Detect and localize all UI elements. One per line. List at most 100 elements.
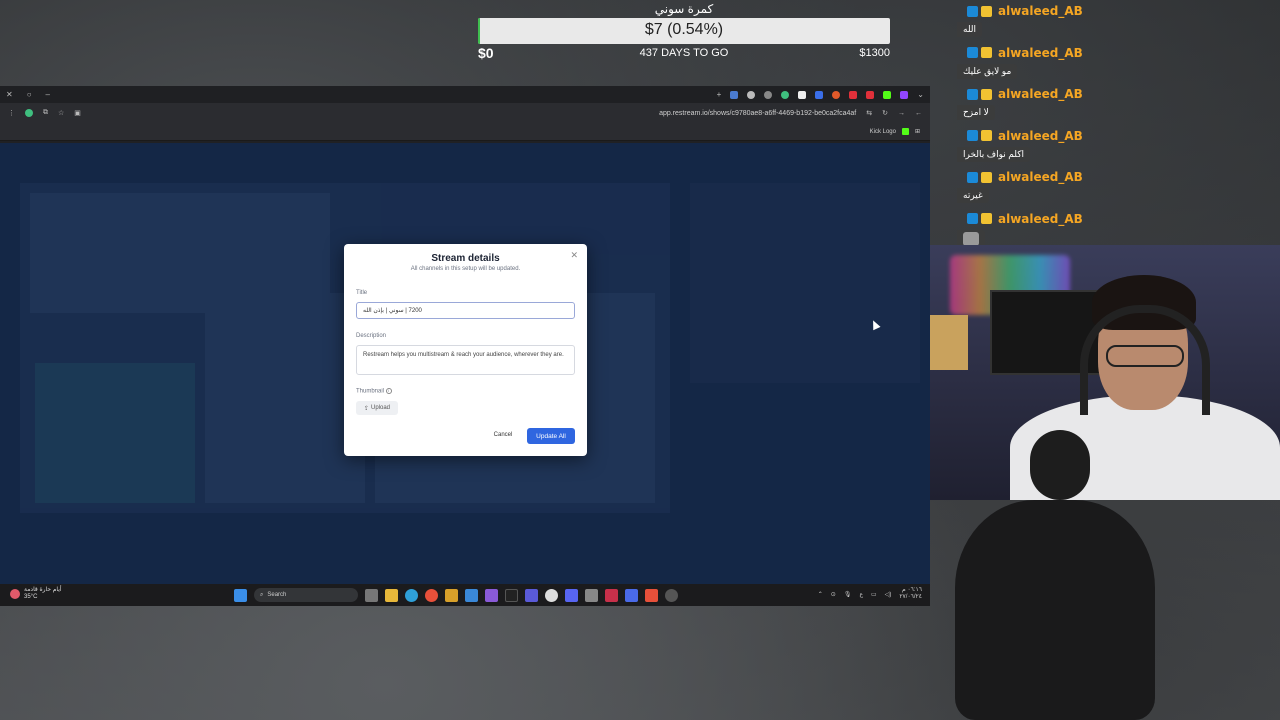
- weather-icon: [10, 589, 20, 599]
- chrome-icon[interactable]: [425, 588, 438, 602]
- dialog-subtitle: All channels in this setup will be updat…: [410, 266, 521, 272]
- file-explorer-icon[interactable]: [385, 588, 398, 602]
- tab-icon[interactable]: [798, 90, 807, 99]
- minimize-icon[interactable]: –: [46, 90, 50, 99]
- thumbnail-label: Thumbnail: [356, 388, 385, 395]
- forward-icon[interactable]: →: [898, 110, 905, 117]
- title-input[interactable]: 7200 | سوني | بإذن الله: [356, 302, 575, 319]
- chevron-up-icon[interactable]: ⌃: [818, 591, 823, 598]
- network-icon[interactable]: ▭: [871, 591, 877, 598]
- subscriber-badge-icon: [981, 5, 992, 17]
- app-icon[interactable]: [445, 588, 458, 602]
- tab-icon[interactable]: [764, 90, 773, 99]
- chat-username: alwaleed_AB: [998, 211, 1083, 226]
- update-all-button[interactable]: Update All: [527, 428, 575, 444]
- taskbar-search[interactable]: ⌕ Search: [254, 588, 358, 602]
- chat-user-row: alwaleed_AB: [967, 46, 1083, 60]
- badge-icon: [967, 88, 978, 100]
- bookmark-kick-logo[interactable]: Kick Logo: [870, 129, 896, 135]
- bookmarks-bar: Kick Logo ⊞: [0, 123, 930, 141]
- silhouette-figure: [955, 500, 1155, 720]
- edge-icon[interactable]: [405, 588, 418, 602]
- site-settings-icon[interactable]: ⇆: [866, 109, 872, 117]
- volume-icon[interactable]: ◁): [885, 591, 892, 598]
- chat-user-row: alwaleed_AB: [967, 212, 1083, 226]
- tab-icon[interactable]: [866, 90, 875, 99]
- chat-username: alwaleed_AB: [998, 45, 1083, 60]
- reload-icon[interactable]: ↻: [882, 109, 888, 117]
- chat-user-row: alwaleed_AB: [967, 87, 1083, 101]
- donation-goal-widget: كمرة سوني $7 (0.54%) $0 437 DAYS TO GO $…: [478, 0, 890, 64]
- tab-icon[interactable]: [849, 90, 858, 99]
- app-icon[interactable]: [605, 588, 618, 602]
- badge-icon: [967, 130, 978, 141]
- tab-icon[interactable]: [815, 90, 824, 99]
- menu-icon[interactable]: ⋮: [8, 109, 15, 117]
- restore-icon[interactable]: ○: [27, 90, 32, 99]
- chevron-down-icon[interactable]: ⌄: [917, 90, 924, 99]
- tab-icon[interactable]: [883, 90, 892, 99]
- cancel-button[interactable]: Cancel: [487, 428, 519, 442]
- url-field[interactable]: app.restream.io/shows/c9780ae8-a6ff-4469…: [659, 110, 856, 117]
- badge-icon: [967, 5, 978, 17]
- search-label: Search: [267, 592, 287, 598]
- screen-capture: ✕ ○ – + ⌄ ⋮ ⧉ ☆ ▣ app.restream.io/shows/…: [0, 86, 930, 606]
- extensions-icon[interactable]: ⧉: [43, 109, 48, 117]
- start-icon[interactable]: [234, 588, 247, 602]
- app-icon[interactable]: [585, 588, 598, 602]
- dialog-title: Stream details: [431, 253, 500, 264]
- close-icon[interactable]: ✕: [570, 250, 578, 261]
- back-icon[interactable]: ←: [915, 110, 922, 117]
- headphones: [1080, 305, 1210, 415]
- obs-icon[interactable]: [545, 588, 558, 602]
- app-icon[interactable]: [665, 588, 678, 602]
- star-icon[interactable]: ☆: [58, 109, 64, 117]
- description-label: Description: [356, 333, 387, 339]
- new-tab-icon[interactable]: +: [717, 90, 722, 99]
- chat-username: alwaleed_AB: [998, 87, 1083, 101]
- address-bar: ⋮ ⧉ ☆ ▣ app.restream.io/shows/c9780ae8-a…: [0, 103, 930, 123]
- tab-icon[interactable]: [832, 90, 841, 99]
- apps-icon[interactable]: ⊞: [915, 128, 920, 135]
- tab-icon[interactable]: [747, 90, 756, 99]
- description-input[interactable]: Restream helps you multistream & reach y…: [356, 345, 575, 375]
- app-icon[interactable]: [485, 588, 498, 602]
- language-indicator[interactable]: ع: [859, 591, 863, 598]
- clock[interactable]: ٠٦:١٦ م ٢٧/٠٦/٢٤: [899, 587, 922, 601]
- mic-icon[interactable]: 🎙: [844, 591, 852, 598]
- app-icon[interactable]: [525, 588, 538, 602]
- info-icon[interactable]: i: [385, 388, 392, 394]
- profile-icon[interactable]: [25, 109, 33, 117]
- goal-days-left: 437 DAYS TO GO: [639, 47, 729, 59]
- tab-icon[interactable]: [900, 90, 909, 99]
- brave-icon[interactable]: [645, 588, 658, 602]
- chat-user-row: alwaleed_AB: [967, 129, 1083, 143]
- share-icon[interactable]: ▣: [74, 109, 81, 117]
- weather-text: أيام حارة قادمة: [24, 587, 62, 593]
- tab-icon[interactable]: [730, 90, 739, 99]
- chat-username: alwaleed_AB: [998, 128, 1083, 143]
- app-icon[interactable]: [625, 588, 638, 602]
- store-icon[interactable]: [465, 588, 478, 602]
- chat-text: غيرته: [957, 188, 989, 203]
- close-icon[interactable]: ✕: [6, 90, 13, 99]
- goal-progress-bar: $7 (0.54%): [478, 18, 890, 44]
- tab-icon[interactable]: [781, 90, 790, 99]
- chat-username: alwaleed_AB: [998, 170, 1083, 184]
- chat-text: مو لايق عليك: [957, 63, 1018, 79]
- task-view-icon[interactable]: [365, 588, 378, 602]
- subscriber-badge-icon: [981, 88, 992, 100]
- webcam-feed: [930, 245, 1280, 500]
- weather-widget[interactable]: أيام حارة قادمة 35°C: [10, 587, 62, 601]
- wall-poster: [930, 315, 968, 370]
- stream-details-dialog: Stream details All channels in this setu…: [344, 244, 587, 456]
- thumbnail-label-row: Thumbnail i: [356, 388, 392, 395]
- kick-icon: [901, 128, 909, 135]
- app-icon[interactable]: [505, 588, 518, 602]
- discord-icon[interactable]: [565, 588, 578, 602]
- title-label: Title: [356, 290, 368, 296]
- app-tray-icon[interactable]: ⊙: [831, 591, 836, 598]
- badge-icon: [967, 213, 978, 224]
- upload-button[interactable]: ⇪ Upload: [356, 401, 398, 415]
- windows-taskbar: أيام حارة قادمة 35°C ⌕ Search ⌃ ⊙ 🎙 ع ▭ …: [0, 584, 930, 606]
